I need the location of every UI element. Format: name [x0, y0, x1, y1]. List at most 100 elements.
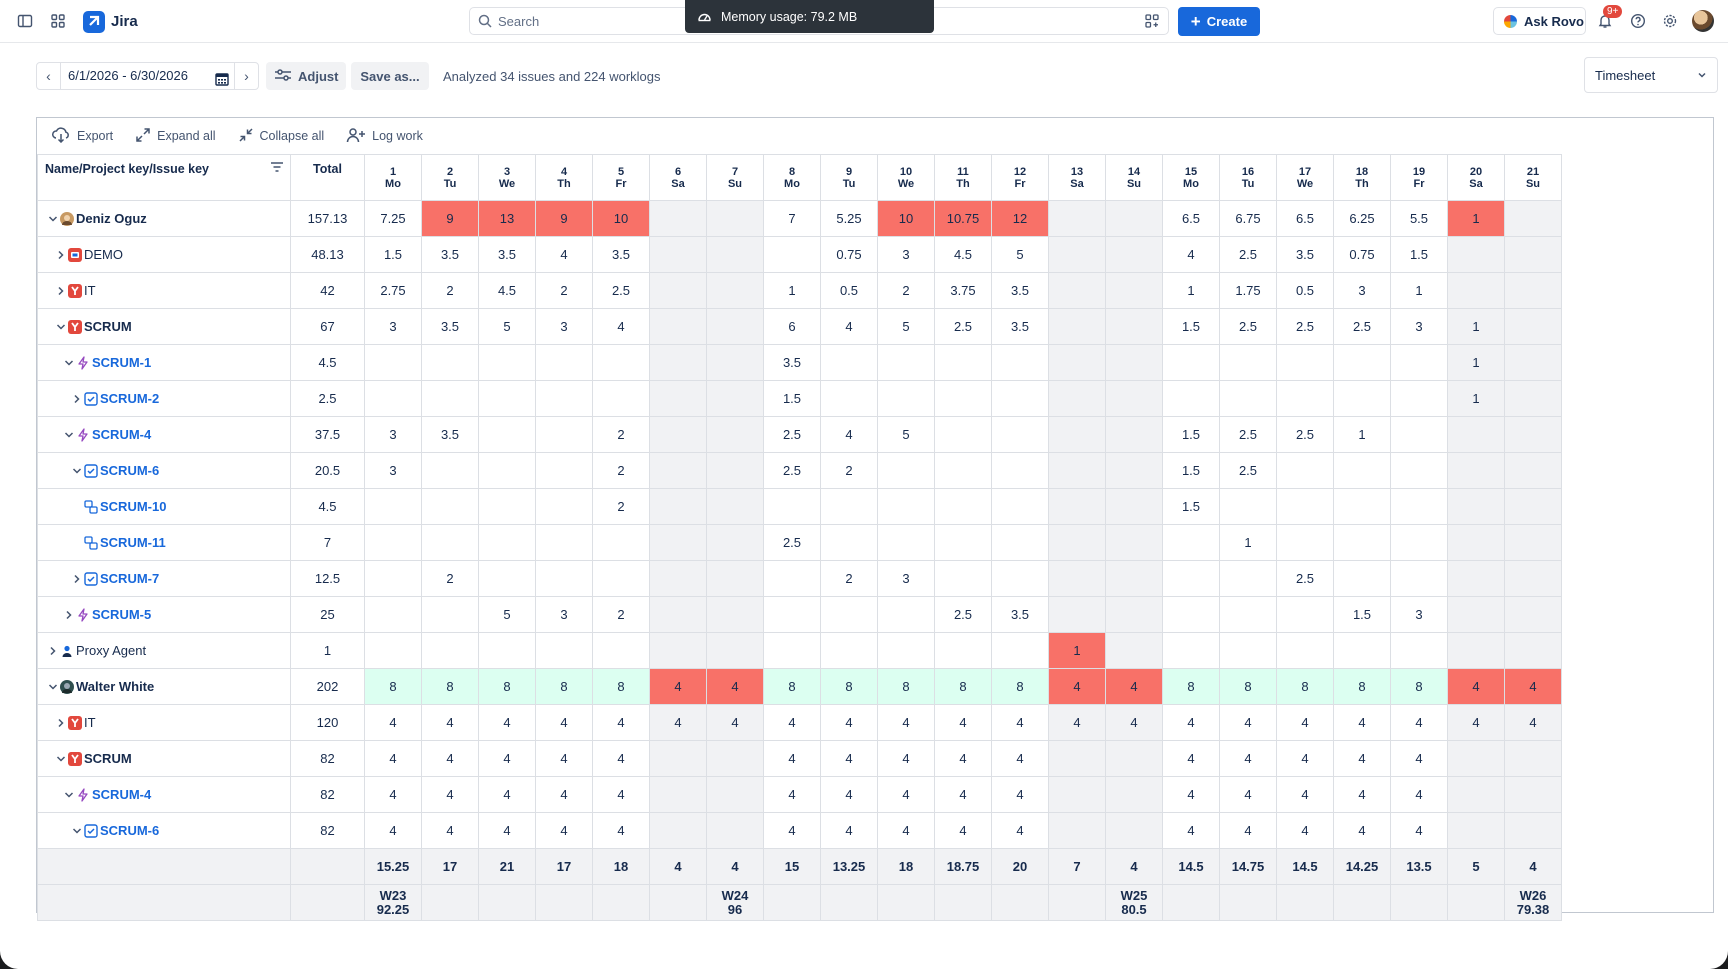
hours-cell[interactable]: 8 [1219, 668, 1277, 705]
hours-cell[interactable] [1333, 488, 1391, 525]
row-label[interactable]: SCRUM-6 [100, 823, 159, 838]
hours-cell[interactable] [1105, 272, 1163, 309]
hours-cell[interactable] [1504, 596, 1562, 633]
hours-cell[interactable] [1504, 236, 1562, 273]
hours-cell[interactable]: 4 [478, 812, 536, 849]
hours-cell[interactable] [649, 236, 707, 273]
hours-cell[interactable]: 2.5 [1219, 452, 1277, 489]
hours-cell[interactable] [1105, 488, 1163, 525]
profile-avatar[interactable] [1692, 10, 1714, 32]
hours-cell[interactable]: 6.25 [1333, 200, 1391, 237]
hours-cell[interactable] [649, 776, 707, 813]
hours-cell[interactable]: 2 [421, 272, 479, 309]
hours-cell[interactable]: 1 [1447, 344, 1505, 381]
hours-cell[interactable]: 1 [1447, 200, 1505, 237]
hours-cell[interactable]: 4 [1219, 740, 1277, 777]
hours-cell[interactable] [364, 632, 422, 669]
hours-cell[interactable] [991, 632, 1049, 669]
hours-cell[interactable] [1105, 596, 1163, 633]
hours-cell[interactable] [592, 524, 650, 561]
hours-cell[interactable] [820, 596, 878, 633]
hours-cell[interactable]: 4 [1162, 704, 1220, 741]
hours-cell[interactable] [421, 380, 479, 417]
day-column-header[interactable]: 20 Sa [1447, 154, 1505, 201]
hours-cell[interactable] [1504, 632, 1562, 669]
hours-cell[interactable]: 1.5 [1162, 416, 1220, 453]
day-column-header[interactable]: 6 Sa [649, 154, 707, 201]
hours-cell[interactable] [706, 488, 764, 525]
hours-cell[interactable] [1105, 308, 1163, 345]
hours-cell[interactable]: 12 [991, 200, 1049, 237]
hours-cell[interactable] [763, 488, 821, 525]
hours-cell[interactable] [1504, 488, 1562, 525]
hours-cell[interactable] [649, 416, 707, 453]
hours-cell[interactable]: 4 [535, 740, 593, 777]
hours-cell[interactable]: 4.5 [934, 236, 992, 273]
apps-add-icon[interactable] [1144, 13, 1160, 32]
hours-cell[interactable]: 5 [478, 308, 536, 345]
hours-cell[interactable]: 4 [706, 668, 764, 705]
hours-cell[interactable]: 4 [535, 812, 593, 849]
hours-cell[interactable]: 3.5 [991, 272, 1049, 309]
hours-cell[interactable] [421, 596, 479, 633]
hours-cell[interactable] [1333, 344, 1391, 381]
hours-cell[interactable]: 3 [1390, 308, 1448, 345]
hours-cell[interactable] [1276, 524, 1334, 561]
hours-cell[interactable]: 1.5 [364, 236, 422, 273]
day-column-header[interactable]: 4 Th [535, 154, 593, 201]
hours-cell[interactable] [1162, 380, 1220, 417]
hours-cell[interactable] [592, 560, 650, 597]
hours-cell[interactable]: 4 [1390, 812, 1448, 849]
name-column-header[interactable]: Name/Project key/Issue key [37, 154, 291, 201]
hours-cell[interactable]: 2 [592, 452, 650, 489]
hours-cell[interactable]: 4 [535, 704, 593, 741]
hours-cell[interactable] [364, 596, 422, 633]
hours-cell[interactable]: 9 [421, 200, 479, 237]
hours-cell[interactable] [706, 380, 764, 417]
hours-cell[interactable]: 4 [1390, 704, 1448, 741]
day-column-header[interactable]: 5 Fr [592, 154, 650, 201]
jira-logo-icon[interactable] [83, 11, 105, 33]
hours-cell[interactable]: 4 [1333, 704, 1391, 741]
hours-cell[interactable] [1504, 272, 1562, 309]
previous-period-button[interactable]: ‹ [37, 63, 61, 89]
hours-cell[interactable]: 4 [1219, 776, 1277, 813]
hours-cell[interactable]: 2.5 [1276, 560, 1334, 597]
hours-cell[interactable] [820, 380, 878, 417]
hours-cell[interactable] [706, 236, 764, 273]
hours-cell[interactable]: 1.5 [1390, 236, 1448, 273]
hours-cell[interactable] [991, 560, 1049, 597]
hours-cell[interactable] [649, 812, 707, 849]
hours-cell[interactable]: 9 [535, 200, 593, 237]
hours-cell[interactable] [1105, 740, 1163, 777]
hours-cell[interactable]: 1 [1447, 380, 1505, 417]
hours-cell[interactable]: 4 [1276, 776, 1334, 813]
hours-cell[interactable] [1048, 308, 1106, 345]
hours-cell[interactable]: 4 [991, 812, 1049, 849]
hours-cell[interactable]: 4 [421, 704, 479, 741]
hours-cell[interactable] [1048, 488, 1106, 525]
hours-cell[interactable] [649, 740, 707, 777]
settings-gear-icon[interactable] [1657, 8, 1683, 34]
hours-cell[interactable]: 4 [1162, 812, 1220, 849]
hours-cell[interactable] [1219, 380, 1277, 417]
hours-cell[interactable]: 2 [820, 452, 878, 489]
hours-cell[interactable]: 3.75 [934, 272, 992, 309]
hours-cell[interactable]: 2 [592, 488, 650, 525]
hours-cell[interactable]: 4 [364, 704, 422, 741]
hours-cell[interactable] [1105, 812, 1163, 849]
hours-cell[interactable] [1105, 344, 1163, 381]
hours-cell[interactable]: 4 [877, 812, 935, 849]
hours-cell[interactable]: 6 [763, 308, 821, 345]
hours-cell[interactable]: 4 [1162, 236, 1220, 273]
hours-cell[interactable] [706, 524, 764, 561]
hours-cell[interactable]: 4 [934, 740, 992, 777]
hours-cell[interactable]: 4 [364, 812, 422, 849]
hours-cell[interactable] [1276, 632, 1334, 669]
hours-cell[interactable]: 1.5 [763, 380, 821, 417]
hours-cell[interactable]: 4 [649, 704, 707, 741]
hours-cell[interactable] [934, 488, 992, 525]
day-column-header[interactable]: 11 Th [934, 154, 992, 201]
hours-cell[interactable] [1390, 560, 1448, 597]
day-column-header[interactable]: 2 Tu [421, 154, 479, 201]
